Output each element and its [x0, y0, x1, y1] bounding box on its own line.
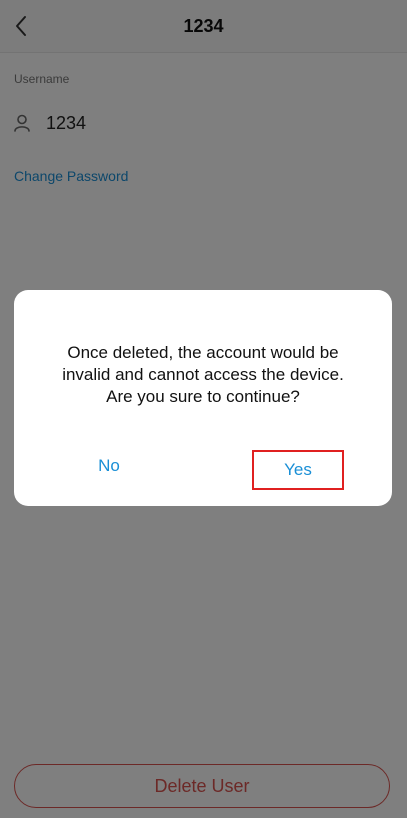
- dialog-message-line: invalid and cannot access the device.: [62, 365, 344, 384]
- confirm-delete-dialog: Once deleted, the account would be inval…: [14, 290, 392, 506]
- no-button[interactable]: No: [74, 456, 144, 480]
- account-screen: 1234 Username 1234 Change Password Delet…: [0, 0, 407, 818]
- dialog-message-line: Once deleted, the account would be: [67, 343, 339, 362]
- dialog-message: Once deleted, the account would be inval…: [32, 342, 374, 408]
- yes-button[interactable]: Yes: [252, 450, 344, 490]
- dialog-message-line: Are you sure to continue?: [106, 387, 300, 406]
